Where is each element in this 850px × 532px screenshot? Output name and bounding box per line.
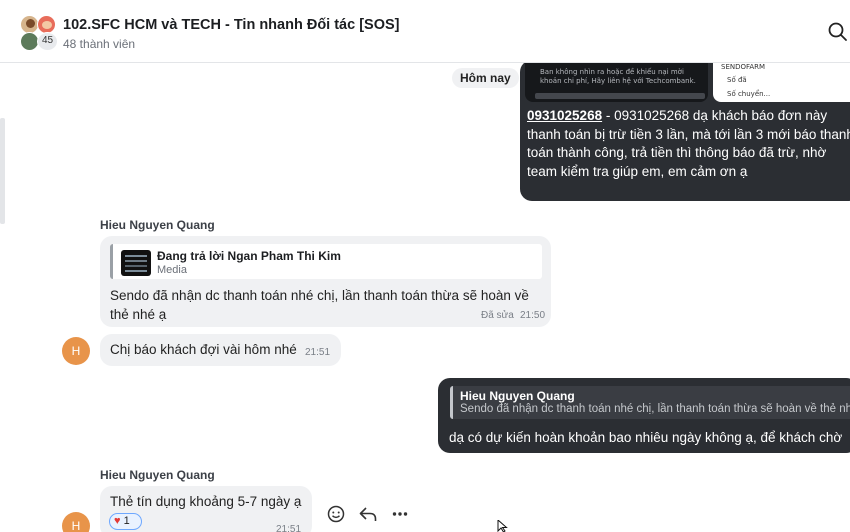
image-text: Số đã: [727, 76, 747, 84]
reply-media-thumbnail: [121, 250, 151, 276]
search-button[interactable]: [827, 21, 849, 43]
heart-icon: ♥: [114, 515, 121, 527]
reaction-chip[interactable]: ♥ 1: [109, 513, 142, 530]
reply-button[interactable]: [355, 501, 381, 527]
sender-name[interactable]: Hieu Nguyen Quang: [100, 468, 215, 482]
avatar[interactable]: H: [62, 512, 90, 532]
image-text: khoản chi phí, Hãy liên hệ với Techcomba…: [540, 77, 696, 85]
message-text: Chị báo khách đợi vài hôm nhé: [110, 342, 297, 357]
message-list[interactable]: Ban không nhìn ra hoặc đề khiếu nại mời …: [0, 63, 850, 532]
avatar[interactable]: H: [62, 337, 90, 365]
message-text: 0931025268 - 0931025268 dạ khách báo đơn…: [527, 107, 850, 181]
group-avatar[interactable]: 45: [18, 15, 58, 51]
message-text: Sendo đã nhận dc thanh toán nhé chị, lần…: [110, 288, 529, 322]
reply-preview[interactable]: Hieu Nguyen Quang Sendo đã nhận dc thanh…: [450, 386, 850, 419]
message-time: 21:51: [276, 524, 302, 532]
message-bubble-outgoing[interactable]: Ban không nhìn ra hoặc đề khiếu nại mời …: [520, 63, 850, 201]
reply-icon: [359, 507, 377, 521]
message-bubble-outgoing[interactable]: Hieu Nguyen Quang Sendo đã nhận dc thanh…: [438, 378, 850, 453]
edited-label: Đã sửa: [481, 310, 514, 321]
message-bubble-incoming[interactable]: Chị báo khách đợi vài hôm nhé 21:51: [100, 334, 341, 366]
reaction-count: 1: [123, 515, 130, 527]
message-time: 21:50: [520, 310, 546, 321]
message-bubble-incoming[interactable]: Thẻ tín dụng khoảng 5-7 ngày ạ ♥ 1 21:51: [100, 486, 312, 532]
emoji-icon: [327, 505, 345, 523]
image-attachment[interactable]: SENDOFARM Số đã Số chuyển...: [713, 63, 850, 102]
message-time: 21:51: [305, 347, 331, 358]
image-text: Ban không nhìn ra hoặc đề khiếu nại mời: [540, 68, 684, 76]
reply-title: Hieu Nguyen Quang: [460, 389, 575, 403]
reply-title: Đang trả lời Ngan Pham Thi Kim: [157, 249, 341, 263]
image-text: SENDOFARM: [721, 63, 766, 71]
group-title[interactable]: 102.SFC HCM và TECH - Tin nhanh Đối tác …: [63, 17, 400, 33]
scrollbar[interactable]: [0, 118, 5, 224]
add-reaction-button[interactable]: [323, 501, 349, 527]
search-icon: [828, 22, 847, 41]
phone-link[interactable]: 0931025268: [527, 108, 602, 123]
more-icon: [392, 512, 408, 516]
member-count[interactable]: 48 thành viên: [63, 37, 135, 51]
image-text: Số chuyển...: [727, 90, 771, 98]
mouse-cursor-icon: [497, 520, 508, 532]
message-bubble-incoming[interactable]: Đang trả lời Ngan Pham Thi Kim Media Sen…: [100, 236, 551, 327]
date-separator: Hôm nay: [452, 68, 519, 88]
more-options-button[interactable]: [387, 501, 413, 527]
reply-preview[interactable]: Đang trả lời Ngan Pham Thi Kim Media: [110, 244, 542, 279]
reply-subtitle: Sendo đã nhận dc thanh toán nhé chị, lần…: [460, 403, 850, 415]
chat-header: 45 102.SFC HCM và TECH - Tin nhanh Đối t…: [0, 0, 850, 63]
image-bar: [535, 93, 705, 99]
message-text: dạ có dự kiến hoàn khoản bao nhiêu ngày …: [449, 430, 843, 445]
member-count-badge: 45: [37, 32, 58, 51]
reply-subtitle: Media: [157, 264, 187, 276]
sender-name[interactable]: Hieu Nguyen Quang: [100, 218, 215, 232]
image-attachment[interactable]: Ban không nhìn ra hoặc đề khiếu nại mời …: [525, 63, 708, 102]
message-text: Thẻ tín dụng khoảng 5-7 ngày ạ: [110, 494, 302, 509]
